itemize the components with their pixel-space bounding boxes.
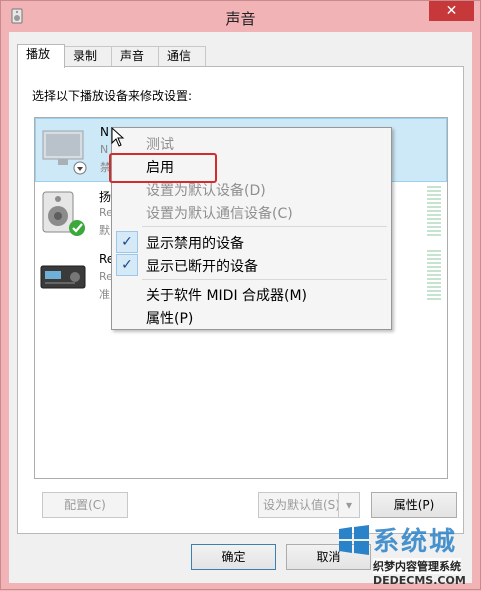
window-title: 声音 — [225, 10, 256, 28]
menu-item-set-default-comm[interactable]: 设置为默认通信设备(C) — [146, 203, 293, 223]
mouse-cursor-icon — [111, 127, 125, 147]
watermark-brand: 系统城 — [373, 527, 458, 557]
sound-dialog: 声音 ✕ 播放 录制 声音 通信 选择以下播放设备来修改设置: N N 禁 扬 … — [0, 0, 481, 590]
menu-separator — [142, 226, 387, 227]
menu-separator — [142, 279, 387, 280]
set-default-button[interactable]: 设为默认值(S) ▾ — [258, 492, 360, 518]
close-button[interactable]: ✕ — [429, 1, 474, 21]
chevron-down-icon[interactable]: ▾ — [338, 493, 359, 517]
device-status: 默 — [99, 224, 110, 237]
ok-button[interactable]: 确定 — [191, 544, 276, 570]
instruction-text: 选择以下播放设备来修改设置: — [32, 89, 193, 103]
device-description: N — [100, 143, 109, 156]
properties-button[interactable]: 属性(P) — [371, 492, 457, 518]
menu-item-about-midi[interactable]: 关于软件 MIDI 合成器(M) — [146, 285, 307, 305]
device-name: 扬 — [99, 190, 112, 204]
menu-item-test[interactable]: 测试 — [146, 134, 174, 154]
tab-communications[interactable]: 通信 — [158, 46, 206, 66]
volume-level-meter — [427, 186, 441, 238]
tab-recording[interactable]: 录制 — [64, 46, 112, 66]
speaker-icon — [42, 191, 85, 236]
menu-item-show-disconnected[interactable]: 显示已断开的设备 — [146, 256, 258, 276]
watermark-site-name: 织梦内容管理系统 — [373, 558, 461, 574]
tab-sounds[interactable]: 声音 — [111, 46, 159, 66]
configure-button[interactable]: 配置(C) — [42, 492, 128, 518]
volume-level-meter — [427, 250, 441, 302]
watermark-url: DEDECMS.COM — [373, 574, 466, 587]
set-default-label: 设为默认值(S) — [263, 498, 340, 512]
checkmark-icon: ✓ — [116, 254, 138, 276]
device-name: N — [100, 125, 109, 139]
title-bar[interactable]: 声音 ✕ — [1, 1, 480, 31]
menu-item-set-default[interactable]: 设置为默认设备(D) — [146, 180, 266, 200]
menu-item-properties[interactable]: 属性(P) — [146, 308, 193, 328]
monitor-icon — [42, 130, 87, 175]
tab-playback[interactable]: 播放 — [17, 44, 65, 68]
highlight-annotation — [109, 153, 217, 183]
windows-logo-icon — [339, 525, 369, 555]
device-status: 准 — [99, 288, 110, 301]
menu-item-show-disabled[interactable]: 显示禁用的设备 — [146, 233, 244, 253]
receiver-icon — [40, 265, 86, 289]
checkmark-icon: ✓ — [116, 231, 138, 253]
watermark: 系统城 织梦内容管理系统 DEDECMS.COM — [337, 521, 481, 591]
